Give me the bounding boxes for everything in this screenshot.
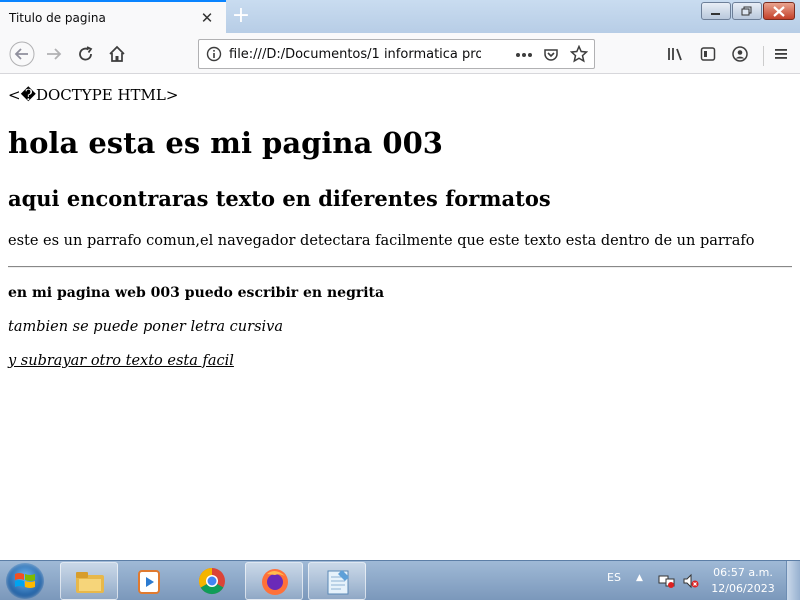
bookmark-star-icon[interactable] [570,45,588,63]
close-window-icon [773,6,785,17]
horizontal-rule [8,266,792,268]
minimize-icon [711,13,720,15]
media-player-icon [138,570,160,594]
tab-strip: Titulo de pagina ✕ + [0,0,800,33]
info-icon [206,46,222,62]
paragraph-text: este es un parrafo comun,el navegador de… [8,233,755,249]
page-heading-2: aqui encontraras texto en diferentes for… [8,186,551,211]
forward-arrow-icon [47,48,62,60]
taskbar [0,560,800,600]
taskbar-firefox[interactable] [245,562,303,600]
taskbar-notepad[interactable] [308,562,366,600]
tab-title: Titulo de pagina [9,11,106,25]
start-button[interactable] [6,563,44,599]
italic-text: tambien se puede poner letra cursiva [8,319,283,335]
page-heading-1: hola esta es mi pagina 003 [8,126,443,160]
page-actions-icon[interactable] [515,52,533,58]
address-bar[interactable]: file:///D:/Documentos/1 informatica prof… [198,39,595,69]
doctype-text: <�DOCTYPE HTML> [8,86,179,104]
network-icon[interactable] [658,573,676,589]
reload-button[interactable] [72,40,100,68]
hamburger-menu-icon [775,49,787,59]
forward-button[interactable] [40,40,68,68]
restore-icon [741,6,752,16]
show-desktop-button[interactable] [786,561,800,600]
volume-muted-icon[interactable] [682,573,700,589]
sidebar-button[interactable] [694,40,722,68]
account-button[interactable] [726,40,754,68]
firefox-icon [262,569,288,595]
close-tab-icon[interactable]: ✕ [199,9,215,27]
clock-date: 12/06/2023 [711,582,775,595]
taskbar-chrome[interactable] [183,562,241,600]
clock-time: 06:57 a.m. [713,566,773,579]
chrome-icon [198,567,225,595]
close-window-button[interactable] [763,2,795,20]
tab-active[interactable]: Titulo de pagina ✕ [0,0,226,33]
notepad-icon [327,570,349,595]
underlined-text: y subrayar otro texto esta facil [8,353,234,369]
language-indicator[interactable]: ES [607,571,621,584]
url-text[interactable]: file:///D:/Documentos/1 informatica prof… [229,47,481,62]
back-button[interactable] [8,40,36,68]
sidebar-icon [700,47,716,61]
minimize-button[interactable] [701,2,731,20]
restore-button[interactable] [732,2,762,20]
navigation-toolbar: file:///D:/Documentos/1 informatica prof… [0,33,800,74]
account-icon [732,46,748,62]
home-button[interactable] [103,40,131,68]
show-hidden-icons-icon[interactable]: ▲ [636,573,643,583]
reload-icon [79,46,93,61]
taskbar-file-explorer[interactable] [60,562,118,600]
menu-button[interactable] [767,40,795,68]
window-controls [701,2,796,20]
bold-text: en mi pagina web 003 puedo escribir en n… [8,285,385,301]
folder-icon [76,572,104,593]
toolbar-separator [763,46,764,66]
library-icon [668,48,682,61]
home-icon [109,45,125,62]
taskbar-media-player[interactable] [120,562,178,600]
library-button[interactable] [662,40,690,68]
back-arrow-icon [9,41,35,67]
windows-logo-icon [15,573,35,588]
system-clock[interactable]: 06:57 a.m. 12/06/2023 [706,565,780,597]
new-tab-icon[interactable]: + [231,5,251,27]
pocket-icon[interactable] [543,47,559,63]
